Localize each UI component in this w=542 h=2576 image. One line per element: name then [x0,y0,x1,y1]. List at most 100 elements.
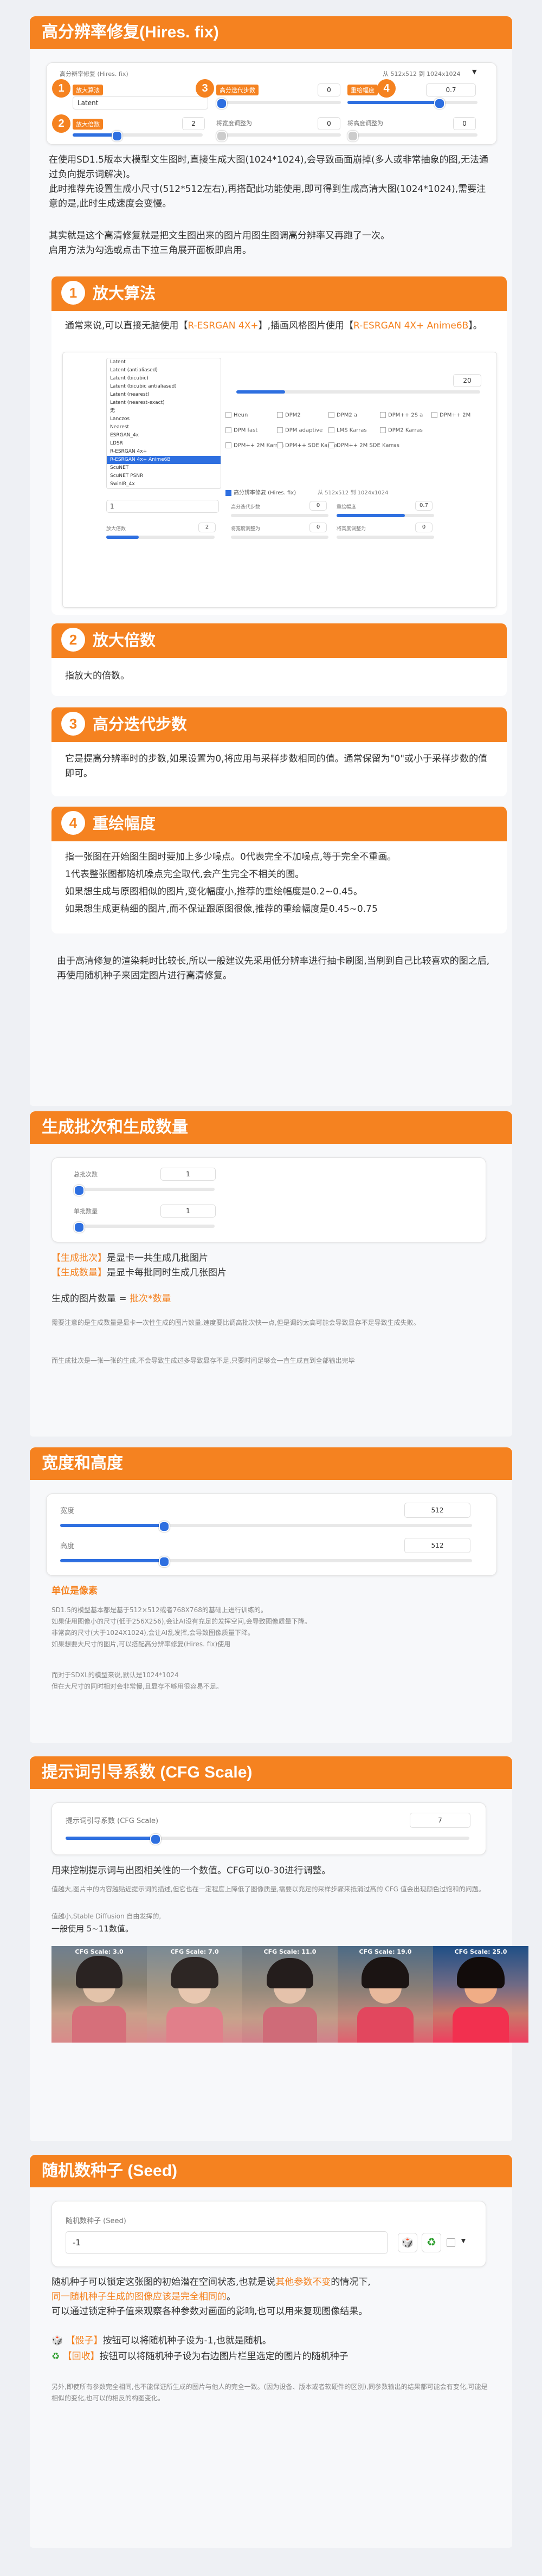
dropdown-option[interactable]: 无 [107,407,221,415]
slider-knob[interactable] [112,131,122,141]
resize-h-input[interactable]: 0 [453,117,476,130]
slider-knob[interactable] [216,131,227,141]
height-slider[interactable] [60,1556,472,1567]
dropdown-option[interactable]: Nearest [107,423,221,432]
mock-scale-slider[interactable] [106,536,215,539]
mock-steps-slider[interactable] [231,514,328,517]
dropdown-option[interactable]: Lanczos [107,415,221,423]
width-slider[interactable] [60,1521,472,1532]
batch-size-input[interactable]: 1 [160,1205,216,1218]
slider-knob[interactable] [434,98,445,109]
upscaler-select[interactable]: Latent [73,96,208,110]
size-title: 宽度和高度 [30,1447,512,1480]
slider-knob[interactable] [159,1521,170,1532]
sampler-option[interactable]: DPM2 [277,412,301,418]
denoise-slider[interactable] [347,98,478,109]
mock-input-20[interactable]: 20 [453,374,481,387]
width-input[interactable]: 512 [404,1503,470,1518]
upscaler-desc: 通常来说,可以直接无脑使用【R-ESRGAN 4X+】,插画风格图片使用【R-E… [65,320,482,331]
sampler-option[interactable]: DPM2 a [328,412,357,418]
hires-intro-4: 启用方法为勾选或点击下拉三角展开面板即启用。 [49,245,251,256]
mock-hires-checkbox[interactable]: 高分辨率修复 (Hires. fix) [225,488,296,496]
sub-header-scale: 2 放大倍数 [51,623,507,658]
dropdown-option[interactable]: R-ESRGAN 4x+ Anime6B [107,456,221,464]
dropdown-option[interactable]: ESRGAN_4x [107,432,221,440]
recycle-icon[interactable]: ♻ [422,2233,441,2252]
hires-steps-slider[interactable] [216,98,341,109]
sampler-option[interactable]: DPM fast [225,427,257,434]
mock-steps-label: 高分迭代步数 [231,505,261,510]
seed-desc-2: 同一随机种子生成的图像应该是完全相同的。 [51,2291,236,2302]
mock-w-input[interactable]: 0 [309,523,327,532]
sampler-option[interactable]: DPM adaptive [277,427,322,434]
scale-tag: 放大倍数 [73,119,103,130]
sampler-option[interactable]: DPM++ 2S a [380,412,423,418]
scale-input[interactable]: 2 [182,117,205,130]
batch-count-slider[interactable] [74,1185,215,1196]
sampler-option[interactable]: Heun [225,412,248,418]
resize-h-label: 将高度调整为 [347,120,383,127]
dropdown-option[interactable]: R-ESRGAN 4x+ [107,448,221,456]
hires-intro-3: 其实就是这个高清修复就是把文生图出来的图片用图生图调高分辨率又再跑了一次。 [49,230,390,241]
dropdown-option[interactable]: SwinIR_4x [107,480,221,488]
slider-knob[interactable] [159,1556,170,1567]
sampler-option[interactable]: DPM2 Karras [380,427,423,434]
mock-slider[interactable] [236,390,480,394]
slider-knob[interactable] [74,1222,85,1233]
batch-count-input[interactable]: 1 [160,1168,216,1181]
height-input[interactable]: 512 [404,1538,470,1553]
chevron-down-icon[interactable]: ▼ [460,2236,467,2245]
seed-input[interactable]: -1 [66,2231,388,2254]
slider-knob[interactable] [347,131,358,141]
resize-w-slider[interactable] [216,131,341,141]
size-unit: 单位是像素 [51,1586,98,1596]
resize-w-input[interactable]: 0 [318,117,340,130]
dropdown-option[interactable]: ScuNET PSNR [107,472,221,480]
sampler-option[interactable]: DPM++ 2M SDE Karras [328,442,399,449]
cfg-photo: CFG Scale: 7.0 [147,1946,242,2043]
sub-title: 重绘幅度 [93,815,156,833]
dropdown-option[interactable]: Latent (bicubic antialiased) [107,383,221,391]
sampler-option[interactable]: LMS Karras [328,427,367,434]
dropdown-option[interactable]: ScuNET [107,464,221,472]
slider-knob[interactable] [150,1834,161,1845]
cfg-input[interactable]: 7 [410,1813,470,1828]
mock-steps-input[interactable]: 0 [309,501,327,511]
resize-h-slider[interactable] [347,131,478,141]
hires-steps-input[interactable]: 0 [318,83,340,96]
batch-size-slider[interactable] [74,1222,215,1233]
resize-w-label: 将宽度调整为 [216,120,252,127]
mock-denoise-slider[interactable] [337,514,434,517]
batch-note-2: 而生成批次是一张一张的生成,不会导致生成过多导致显存不足,只要时间足够会一直生成… [51,1357,355,1364]
extra-checkbox[interactable] [447,2238,455,2247]
dropdown-option[interactable]: LDSR [107,440,221,448]
sampler-option[interactable]: DPM++ 2M [431,412,470,418]
cfg-label: 提示词引导系数 (CFG Scale) [66,1817,159,1825]
dropdown-option[interactable]: Latent [107,358,221,366]
cfg-slider[interactable] [66,1834,469,1845]
mock-h-input[interactable]: 0 [415,523,433,532]
cfg-note-1: 值越大,图片中的内容越贴近提示词的描述,但它也在一定程度上降低了图像质量,需要以… [51,1885,485,1893]
chevron-down-icon[interactable]: ▼ [472,68,476,75]
dice-icon[interactable]: 🎲 [398,2233,417,2252]
denoise-input[interactable]: 0.7 [426,83,476,96]
mock-h-slider[interactable] [337,536,434,539]
mock-scale-input[interactable]: 2 [198,523,216,532]
slider-knob[interactable] [216,98,227,109]
mock-w-label: 将宽度调整为 [231,526,261,532]
sampler-option[interactable]: DPM++ 2M Karras [225,442,283,449]
mock-denoise-label: 重绘幅度 [337,505,357,510]
mock-dropdown-value[interactable]: 1 [106,500,219,513]
sub-header-upscaler: 1 放大算法 [51,276,507,311]
dropdown-option[interactable]: Latent (antialiased) [107,366,221,375]
mock-denoise-input[interactable]: 0.7 [415,501,433,511]
upscaler-dropdown-list[interactable]: Latent Latent (antialiased) Latent (bicubi… [106,358,221,489]
batch-formula: 生成的图片数量 = 批次*数量 [51,1293,171,1304]
hires-panel-info: 从 512x512 到 1024x1024 [383,70,461,78]
mock-w-slider[interactable] [231,536,328,539]
slider-knob[interactable] [74,1185,85,1196]
dropdown-option[interactable]: Latent (nearest-exact) [107,399,221,407]
scale-slider[interactable] [73,131,203,141]
dropdown-option[interactable]: Latent (bicubic) [107,375,221,383]
dropdown-option[interactable]: Latent (nearest) [107,391,221,399]
